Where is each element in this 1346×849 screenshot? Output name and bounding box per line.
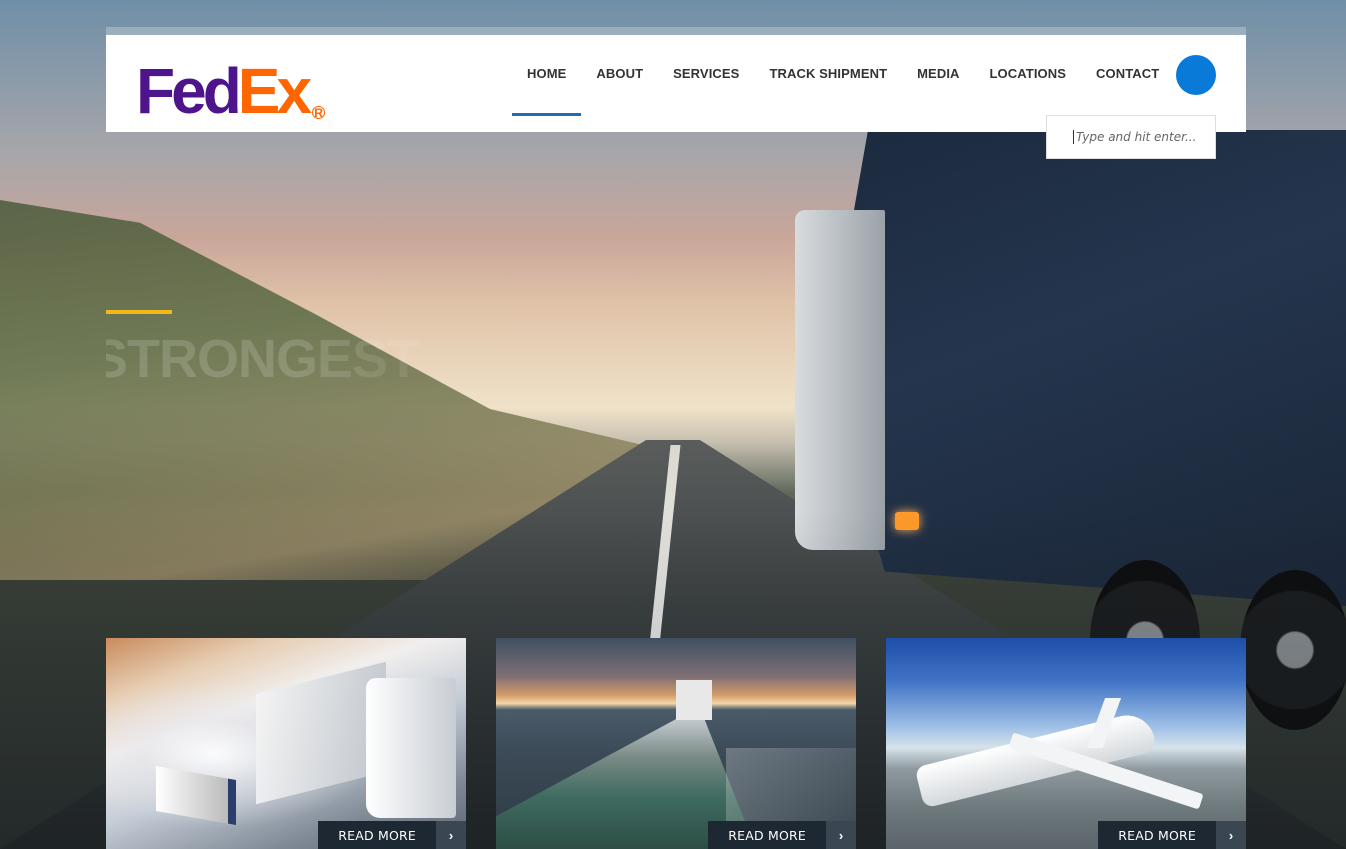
- ship-tower-shape: [676, 680, 712, 720]
- service-card-sea[interactable]: READ MORE ›: [496, 638, 856, 849]
- search-input[interactable]: [1073, 130, 1199, 144]
- service-card-road[interactable]: READ MORE ›: [106, 638, 466, 849]
- hero-title: STRONGEST: [106, 329, 420, 388]
- nav-item-services[interactable]: SERVICES: [658, 35, 754, 132]
- nav-item-about[interactable]: ABOUT: [581, 35, 658, 132]
- chevron-right-icon: ›: [826, 821, 856, 849]
- truck-highway-image: [106, 638, 466, 849]
- read-more-button[interactable]: READ MORE ›: [318, 821, 466, 849]
- fedex-logo[interactable]: Fed Ex R: [136, 59, 326, 123]
- read-more-button[interactable]: READ MORE ›: [708, 821, 856, 849]
- hero-accent-bar: [106, 310, 172, 314]
- airplane-image: [886, 638, 1246, 849]
- van-shape: [156, 765, 236, 826]
- plane-fuselage-shape: [914, 709, 1158, 809]
- read-more-label: READ MORE: [708, 821, 826, 849]
- truck-cab-shape: [366, 678, 456, 818]
- header-top-edge: [106, 27, 1246, 35]
- chevron-right-icon: ›: [436, 821, 466, 849]
- cargo-ship-image: [496, 638, 856, 849]
- nav-item-media[interactable]: MEDIA: [902, 35, 974, 132]
- service-card-air[interactable]: READ MORE ›: [886, 638, 1246, 849]
- read-more-label: READ MORE: [318, 821, 436, 849]
- search-toggle-button[interactable]: [1176, 55, 1216, 95]
- search-dropdown: [1046, 115, 1216, 159]
- chevron-right-icon: ›: [1216, 821, 1246, 849]
- nav-item-home[interactable]: HOME: [512, 35, 582, 132]
- read-more-button[interactable]: READ MORE ›: [1098, 821, 1246, 849]
- nav-item-track-shipment[interactable]: TRACK SHIPMENT: [754, 35, 902, 132]
- logo-fed-text: Fed: [136, 55, 242, 127]
- logo-registered-mark: R: [312, 106, 326, 119]
- logo-ex-text: Ex: [237, 55, 312, 127]
- read-more-label: READ MORE: [1098, 821, 1216, 849]
